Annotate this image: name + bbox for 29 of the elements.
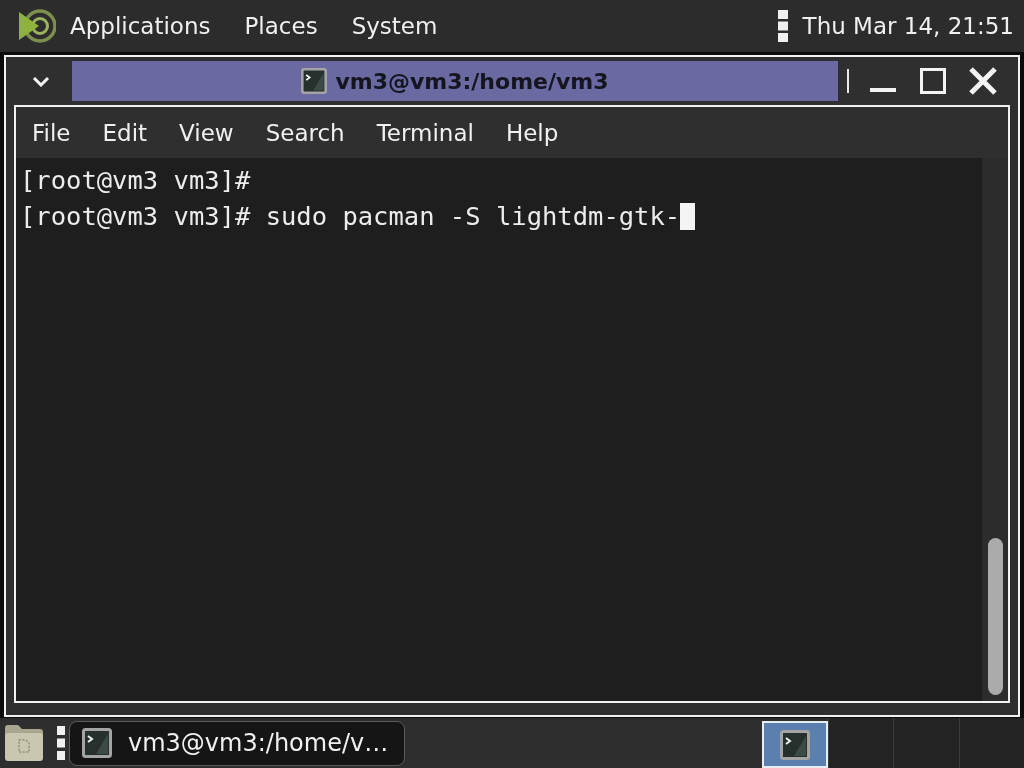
menu-item[interactable]: View (163, 110, 250, 155)
window-title: vm3@vm3:/home/vm3 (335, 68, 609, 94)
menu-item[interactable]: Terminal (360, 110, 490, 155)
applications-menu[interactable]: Applications (0, 0, 228, 52)
scrollbar-thumb[interactable] (987, 538, 1003, 695)
terminal-icon (82, 728, 112, 758)
panel-menu[interactable]: Places (227, 0, 335, 52)
terminal-line: [root@vm3 vm3]# sudo pacman -S lightdm-gtk- (20, 200, 681, 233)
logo-icon (18, 7, 56, 45)
window-title-area[interactable]: vm3@vm3:/home/vm3 (72, 61, 838, 101)
maximize-icon (920, 68, 946, 94)
folder-icon[interactable] (4, 724, 44, 762)
drag-handle-icon[interactable] (57, 726, 65, 760)
terminal-line: [root@vm3 vm3]# (20, 164, 251, 197)
taskbar-window-label: vm3@vm3:/home/v… (128, 729, 389, 757)
terminal-icon (779, 729, 810, 760)
terminal-output[interactable]: [root@vm3 vm3]# [root@vm3 vm3]# sudo pacman -S lightdm-gtk- (16, 158, 982, 701)
drag-handle-icon[interactable] (777, 10, 788, 42)
close-icon (968, 66, 998, 96)
clock[interactable]: Thu Mar 14, 21:51 (802, 13, 1014, 39)
panel-menu[interactable]: System (334, 0, 455, 52)
minimize-icon (870, 88, 896, 92)
chevron-down-icon (32, 75, 50, 87)
menu-item[interactable]: File (16, 110, 87, 155)
menu-item[interactable]: Search (249, 110, 361, 155)
menu-item[interactable]: Edit (86, 110, 164, 155)
terminal-icon (301, 68, 328, 94)
taskbar-window-button[interactable]: vm3@vm3:/home/v… (69, 720, 405, 766)
menu-item[interactable]: Help (489, 110, 575, 155)
